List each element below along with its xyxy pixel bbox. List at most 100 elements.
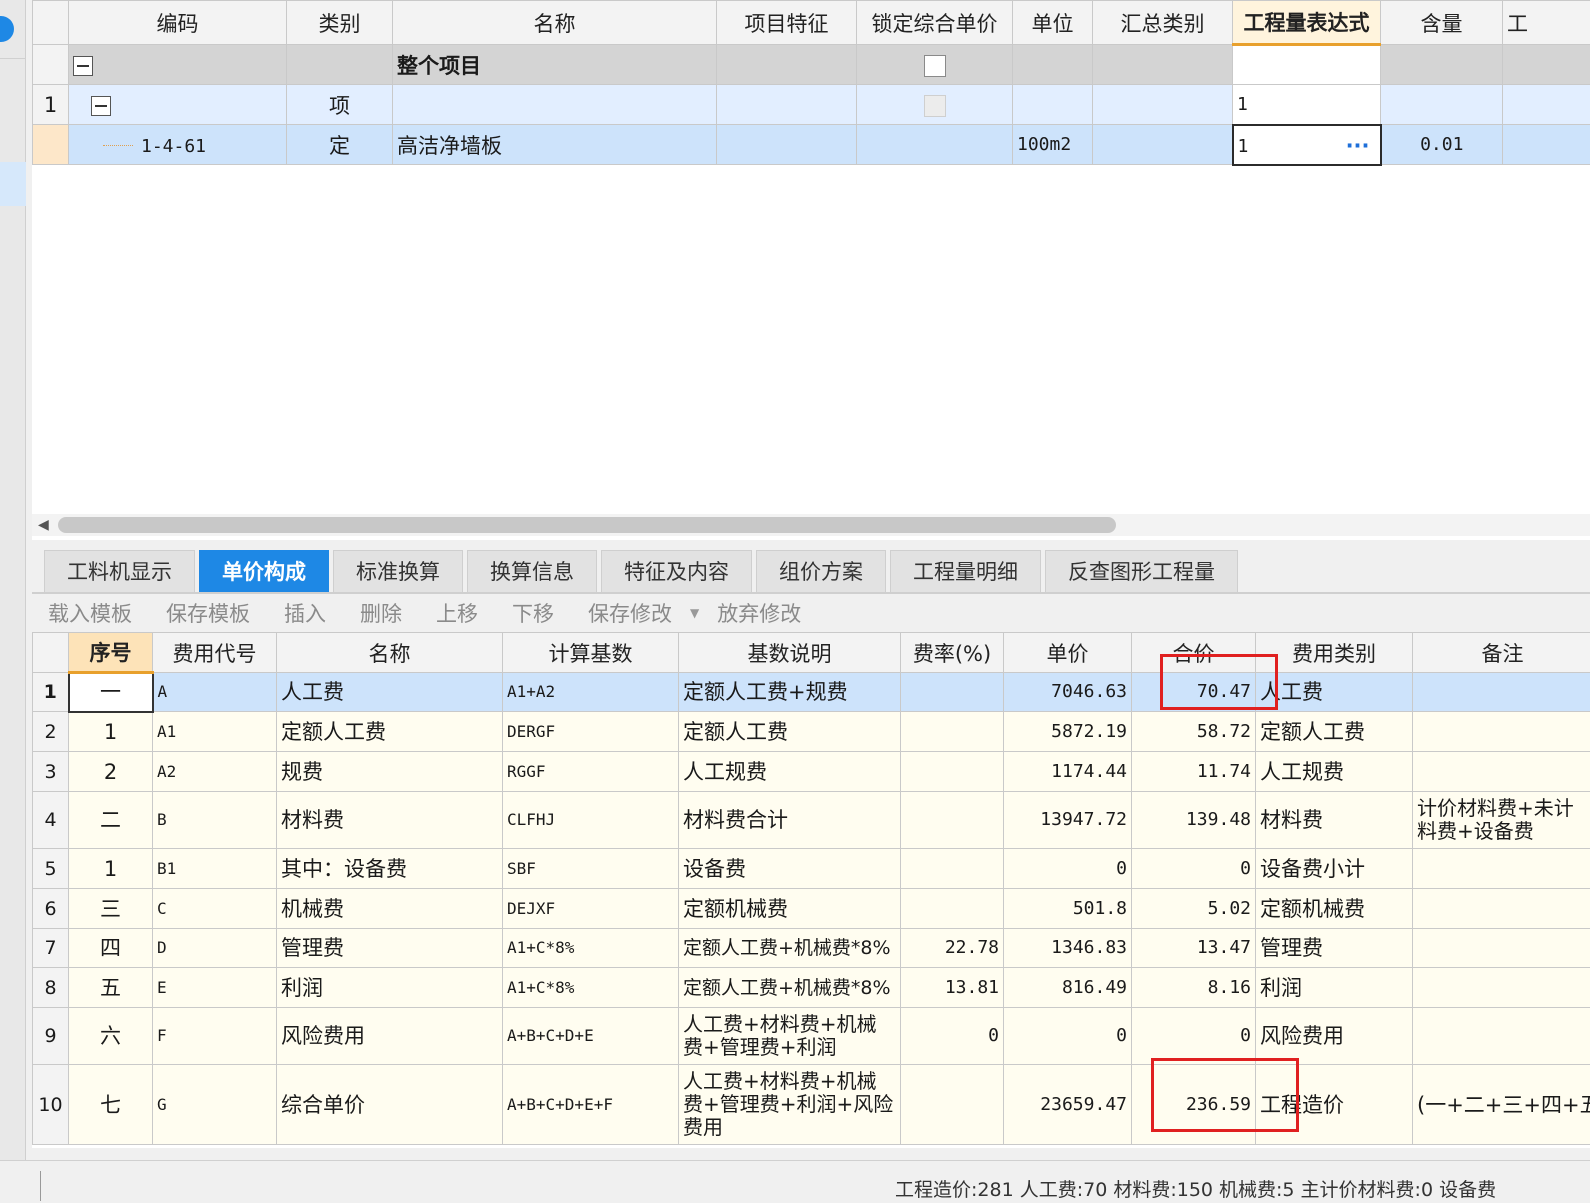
col-header-rate[interactable]: 费率(%): [900, 632, 1004, 673]
category-cell[interactable]: 人工费: [1255, 672, 1413, 712]
base-desc-cell[interactable]: 设备费: [678, 848, 901, 889]
fee-code-cell[interactable]: E: [152, 967, 277, 1008]
collapse-toggle-icon[interactable]: [73, 55, 93, 76]
name-cell[interactable]: 整个项目: [392, 44, 717, 85]
base-cell[interactable]: RGGF: [502, 751, 679, 792]
rate-cell[interactable]: [900, 791, 1004, 849]
content-cell[interactable]: 0.01: [1380, 124, 1503, 165]
fee-code-cell[interactable]: B: [152, 791, 277, 849]
category-cell[interactable]: 设备费小计: [1255, 848, 1413, 889]
base-desc-cell[interactable]: 人工规费: [678, 751, 901, 792]
note-cell[interactable]: [1412, 888, 1590, 929]
total-cell[interactable]: 0: [1131, 848, 1256, 889]
rate-cell[interactable]: [900, 848, 1004, 889]
code-cell[interactable]: [68, 44, 287, 85]
fee-code-cell[interactable]: D: [152, 928, 277, 968]
unit-price-cell[interactable]: 7046.63: [1003, 672, 1132, 712]
base-cell[interactable]: DEJXF: [502, 888, 679, 929]
unit-cell[interactable]: [1012, 84, 1093, 125]
col-header-quantity[interactable]: 工: [1502, 0, 1590, 45]
seq-cell[interactable]: 2: [68, 751, 153, 792]
feature-cell[interactable]: [716, 84, 857, 125]
name-cell[interactable]: 风险费用: [276, 1007, 503, 1065]
name-cell[interactable]: 规费: [276, 751, 503, 792]
note-cell[interactable]: (一+二+三+四+五: [1412, 1064, 1590, 1145]
base-cell[interactable]: A1+C*8%: [502, 928, 679, 968]
delete-button[interactable]: 删除: [360, 598, 402, 628]
type-cell[interactable]: [286, 44, 393, 85]
base-desc-cell[interactable]: 人工费+材料费+机械费+管理费+利润: [678, 1007, 901, 1065]
note-cell[interactable]: [1412, 751, 1590, 792]
category-cell[interactable]: 风险费用: [1255, 1007, 1413, 1065]
col-header-fee-code[interactable]: 费用代号: [152, 632, 277, 673]
col-header-content[interactable]: 含量: [1380, 0, 1503, 45]
unit-price-cell[interactable]: 5872.19: [1003, 711, 1132, 752]
category-cell[interactable]: 工程造价: [1255, 1064, 1413, 1145]
horizontal-scrollbar[interactable]: ◀: [32, 514, 1590, 536]
name-cell[interactable]: 利润: [276, 967, 503, 1008]
quantity-expr-editor[interactable]: 1 ···: [1231, 123, 1382, 166]
total-cell[interactable]: 58.72: [1131, 711, 1256, 752]
rate-cell[interactable]: 13.81: [900, 967, 1004, 1008]
col-header-base-desc[interactable]: 基数说明: [678, 632, 901, 673]
col-header-summary[interactable]: 汇总类别: [1092, 0, 1233, 45]
type-cell[interactable]: 项: [286, 84, 393, 125]
base-cell[interactable]: CLFHJ: [502, 791, 679, 849]
tab-material-machine[interactable]: 工料机显示: [44, 550, 195, 592]
col-header-seq[interactable]: 序号: [68, 632, 153, 674]
save-template-button[interactable]: 保存模板: [166, 598, 250, 628]
base-cell[interactable]: DERGF: [502, 711, 679, 752]
unit-price-cell[interactable]: 13947.72: [1003, 791, 1132, 849]
lock-price-cell[interactable]: [856, 84, 1013, 125]
scroll-left-arrow-icon[interactable]: ◀: [38, 517, 49, 533]
extra-cell[interactable]: [1502, 124, 1590, 165]
tab-unit-price-composition[interactable]: 单价构成: [199, 550, 329, 592]
total-cell[interactable]: 139.48: [1131, 791, 1256, 849]
table-row[interactable]: 2 1 A1 定额人工费 DERGF 定额人工费 5872.19 58.72 定…: [32, 711, 1590, 752]
seq-cell[interactable]: 六: [68, 1007, 153, 1065]
col-header-type[interactable]: 类别: [286, 0, 393, 45]
col-header-code[interactable]: 编码: [68, 0, 287, 45]
table-row-quota[interactable]: 1-4-61 定 高洁净墙板 100m2 1 ··· 0.01: [32, 123, 1590, 166]
seq-cell[interactable]: 三: [68, 888, 153, 929]
fee-code-cell[interactable]: A: [152, 672, 277, 712]
quantity-expr-value[interactable]: 1: [1238, 136, 1249, 157]
extra-cell[interactable]: [1502, 44, 1590, 85]
tab-standard-conversion[interactable]: 标准换算: [333, 550, 463, 592]
col-header-unit-price[interactable]: 单价: [1003, 632, 1132, 673]
category-cell[interactable]: 材料费: [1255, 791, 1413, 849]
table-row[interactable]: 8 五 E 利润 A1+C*8% 定额人工费+机械费*8% 13.81 816.…: [32, 967, 1590, 1008]
category-cell[interactable]: 定额人工费: [1255, 711, 1413, 752]
base-desc-cell[interactable]: 人工费+材料费+机械费+管理费+利润+风险费用: [678, 1064, 901, 1145]
base-desc-cell[interactable]: 定额人工费+规费: [678, 672, 901, 712]
seq-cell[interactable]: 二: [68, 791, 153, 849]
unit-price-cell[interactable]: 0: [1003, 1007, 1132, 1065]
unit-price-cell[interactable]: 1346.83: [1003, 928, 1132, 968]
table-row[interactable]: 4 二 B 材料费 CLFHJ 材料费合计 13947.72 139.48 材料…: [32, 791, 1590, 849]
unit-price-cell[interactable]: 23659.47: [1003, 1064, 1132, 1145]
base-desc-cell[interactable]: 定额人工费+机械费*8%: [678, 967, 901, 1008]
fee-code-cell[interactable]: G: [152, 1064, 277, 1145]
total-cell[interactable]: 236.59: [1131, 1064, 1256, 1145]
name-cell[interactable]: 综合单价: [276, 1064, 503, 1145]
save-changes-button[interactable]: 保存修改: [588, 598, 672, 628]
table-row[interactable]: 9 六 F 风险费用 A+B+C+D+E 人工费+材料费+机械费+管理费+利润 …: [32, 1007, 1590, 1065]
note-cell[interactable]: [1412, 928, 1590, 968]
table-row[interactable]: 5 1 B1 其中：设备费 SBF 设备费 0 0 设备费小计: [32, 848, 1590, 889]
tab-pricing-scheme[interactable]: 组价方案: [756, 550, 886, 592]
lock-price-checkbox[interactable]: [923, 94, 946, 117]
content-cell[interactable]: [1380, 44, 1503, 85]
base-desc-cell[interactable]: 定额人工费: [678, 711, 901, 752]
seq-cell[interactable]: 1: [68, 711, 153, 752]
col-header-base[interactable]: 计算基数: [502, 632, 679, 673]
col-header-name[interactable]: 名称: [276, 632, 503, 673]
quantity-expr-cell[interactable]: [1232, 44, 1381, 85]
fee-code-cell[interactable]: F: [152, 1007, 277, 1065]
col-header-name[interactable]: 名称: [392, 0, 717, 45]
tab-features-content[interactable]: 特征及内容: [601, 550, 752, 592]
total-cell[interactable]: 13.47: [1131, 928, 1256, 968]
base-cell[interactable]: A1+C*8%: [502, 967, 679, 1008]
table-row[interactable]: 7 四 D 管理费 A1+C*8% 定额人工费+机械费*8% 22.78 134…: [32, 928, 1590, 968]
more-ellipsis-icon[interactable]: ···: [1346, 134, 1370, 158]
lock-price-cell[interactable]: [856, 44, 1013, 85]
